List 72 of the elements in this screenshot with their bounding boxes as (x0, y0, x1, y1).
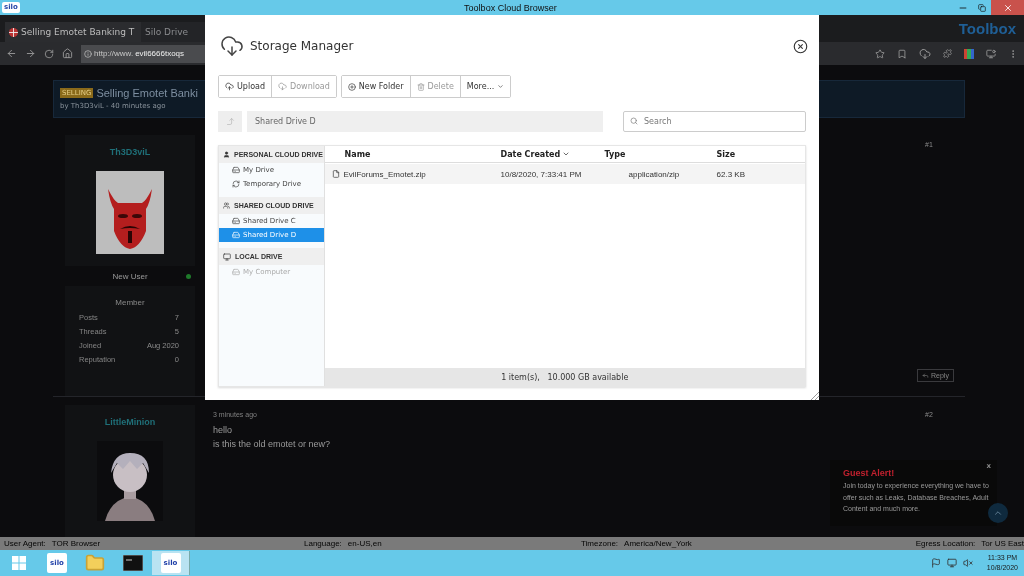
monitor-icon (223, 252, 231, 261)
drive-icon (232, 217, 240, 225)
plus-circle-icon (347, 82, 356, 91)
file-type: application/zip (627, 169, 681, 179)
browser-tab[interactable]: Selling Emotet Banking T (5, 22, 141, 42)
search-icon (630, 117, 638, 125)
search-field[interactable]: Search (623, 111, 806, 132)
restore-icon (977, 3, 986, 12)
path-field[interactable]: Shared Drive D (247, 111, 603, 132)
mute-icon[interactable] (962, 558, 973, 568)
caret-icon (497, 83, 505, 90)
brand-logo: Toolbox (958, 20, 1016, 37)
chevron-up-icon (993, 508, 1003, 518)
dialog-title: Storage Manager (250, 39, 354, 53)
status-value: Tor US East (981, 539, 1024, 548)
column-header[interactable]: Size (716, 149, 805, 159)
resize-grip-icon[interactable] (811, 392, 819, 400)
post-text: hello (213, 425, 233, 435)
network-icon[interactable] (946, 558, 957, 568)
cloud-upload-icon (225, 82, 234, 91)
status-label: User Agent: (4, 539, 46, 548)
close-icon (1002, 2, 1013, 13)
alert-title: Guest Alert! (843, 468, 896, 478)
toolbar-button[interactable]: More... (459, 76, 511, 97)
file-date: 10/8/2020, 7:33:41 PM (500, 169, 583, 179)
column-header[interactable]: Date Created (500, 149, 605, 159)
sort-icon (562, 150, 571, 158)
file-size: 62.3 KB (716, 169, 746, 179)
file-name: EvilForums_Emotet.zip (324, 169, 501, 179)
drive-icon (232, 268, 240, 276)
users-icon (223, 202, 230, 209)
status-value: TOR Browser (51, 539, 101, 548)
close-button[interactable] (793, 38, 808, 54)
file-row[interactable]: EvilForums_Emotet.zip 10/8/2020, 7:33:41 PM application/zip 62.3 KB (324, 164, 805, 184)
user-icon (223, 151, 230, 158)
flag-icon[interactable] (930, 558, 941, 568)
puzzle-icon[interactable] (943, 49, 952, 58)
window-title: Toolbox Cloud Browser (463, 2, 558, 13)
terminal-icon[interactable] (123, 555, 143, 571)
status-footer: 1 item(s), 10.000 GB available (324, 368, 805, 386)
extension-icon[interactable] (964, 48, 974, 59)
column-header[interactable]: Name (324, 149, 501, 159)
home-icon[interactable] (62, 48, 73, 59)
refresh-icon (232, 180, 240, 188)
bookmark-icon[interactable] (897, 48, 907, 59)
cloud-download-icon[interactable] (919, 47, 931, 60)
status-label: Egress Location: (915, 539, 976, 548)
windows-start-icon[interactable] (12, 556, 26, 570)
info-icon (84, 49, 92, 58)
user-rank: New User (112, 271, 148, 281)
cloud-download-icon (220, 34, 244, 58)
reply-icon (922, 372, 929, 379)
star-icon[interactable] (875, 48, 885, 59)
post-text: is this the old emotet or new? (213, 439, 332, 449)
status-label: Timezone: (581, 539, 619, 548)
thread-title: Selling Emotet Banki (96, 87, 198, 99)
status-value: en-US,en (347, 539, 382, 548)
forward-icon[interactable] (25, 48, 36, 59)
status-value: America/New_York (624, 539, 692, 548)
column-header[interactable]: Type (604, 149, 717, 159)
status-label: Language: (304, 539, 342, 548)
user-group: Member (115, 298, 145, 307)
drive-icon (232, 231, 240, 239)
drive-icon (232, 166, 240, 174)
reload-icon[interactable] (44, 48, 54, 59)
cast-icon[interactable] (986, 48, 996, 59)
corner-arrow-icon (225, 117, 235, 126)
cloud-download-icon (278, 82, 288, 91)
file-icon (331, 170, 340, 178)
tab-favicon (9, 27, 18, 37)
back-icon[interactable] (6, 48, 17, 59)
trash-icon (416, 82, 425, 91)
